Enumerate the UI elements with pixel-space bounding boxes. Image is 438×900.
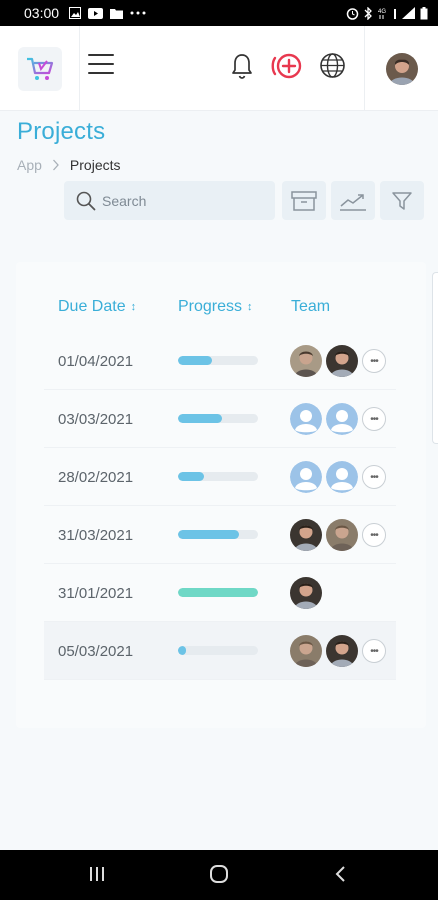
archive-button[interactable] xyxy=(282,181,326,220)
wifi-icon xyxy=(394,9,396,19)
hamburger-icon[interactable] xyxy=(88,54,114,78)
team-members xyxy=(290,577,322,609)
side-drawer-handle[interactable] xyxy=(432,272,438,444)
svg-text:4G: 4G xyxy=(378,9,386,15)
team-member-avatar[interactable] xyxy=(290,345,322,377)
home-icon[interactable] xyxy=(209,864,229,884)
placeholder-avatar-icon[interactable] xyxy=(290,403,322,435)
team-members: ••• xyxy=(290,461,386,493)
more-options-icon[interactable]: ••• xyxy=(362,523,386,547)
add-circle-icon[interactable] xyxy=(270,50,306,82)
more-options-icon[interactable]: ••• xyxy=(362,349,386,373)
team-member-avatar[interactable] xyxy=(326,345,358,377)
app-header xyxy=(0,26,438,111)
team-members: ••• xyxy=(290,403,386,435)
folder-icon xyxy=(110,8,124,19)
sort-icon: ↕ xyxy=(130,301,137,313)
bluetooth-icon xyxy=(364,6,372,20)
chart-button[interactable] xyxy=(331,181,375,220)
progress-bar xyxy=(178,588,258,597)
table-row[interactable]: 03/03/2021 ••• xyxy=(44,390,396,448)
more-options-icon[interactable]: ••• xyxy=(362,465,386,489)
progress-bar xyxy=(178,530,258,539)
4g-signal-icon: 4G xyxy=(378,9,386,19)
signal-icon xyxy=(402,7,415,19)
team-members: ••• xyxy=(290,635,386,667)
logo-container[interactable] xyxy=(0,26,80,111)
search-icon xyxy=(76,191,96,210)
placeholder-avatar-icon[interactable] xyxy=(326,403,358,435)
progress-bar xyxy=(178,414,258,423)
filter-icon xyxy=(392,191,412,210)
search-box[interactable] xyxy=(64,181,275,220)
due-date-cell: 03/03/2021 xyxy=(58,410,134,428)
column-header-team: Team xyxy=(291,298,331,315)
user-avatar-container[interactable] xyxy=(364,26,438,111)
team-member-avatar[interactable] xyxy=(290,577,322,609)
globe-icon[interactable] xyxy=(319,52,346,79)
progress-bar xyxy=(178,356,258,365)
table-row[interactable]: 05/03/2021 ••• xyxy=(44,622,396,680)
column-header-due-date[interactable]: Due Date ↕ xyxy=(58,298,136,316)
due-date-cell: 05/03/2021 xyxy=(58,642,134,660)
search-input[interactable] xyxy=(102,192,262,209)
user-avatar[interactable] xyxy=(385,52,418,85)
progress-bar xyxy=(178,472,258,481)
trend-chart-icon xyxy=(340,193,366,211)
recents-icon[interactable] xyxy=(88,864,106,884)
filter-button[interactable] xyxy=(380,181,424,220)
bell-icon[interactable] xyxy=(230,52,254,80)
team-members: ••• xyxy=(290,519,386,551)
table-row[interactable]: 01/04/2021 ••• xyxy=(44,332,396,390)
due-date-cell: 28/02/2021 xyxy=(58,468,134,486)
placeholder-avatar-icon[interactable] xyxy=(326,461,358,493)
breadcrumb-current: Projects xyxy=(69,157,121,173)
breadcrumb-app-link[interactable]: App xyxy=(17,157,42,173)
table-row[interactable]: 31/03/2021 ••• xyxy=(44,506,396,564)
status-bar: 03:00 4G xyxy=(0,0,438,26)
team-member-avatar[interactable] xyxy=(290,519,322,551)
more-dots-icon xyxy=(130,11,146,15)
column-header-progress[interactable]: Progress ↕ xyxy=(178,298,253,316)
table-row[interactable]: 31/01/2021 xyxy=(44,564,396,622)
page-title: Projects xyxy=(17,118,106,145)
more-options-icon[interactable]: ••• xyxy=(362,407,386,431)
battery-icon xyxy=(420,6,428,19)
back-icon[interactable] xyxy=(334,864,348,884)
due-date-cell: 31/01/2021 xyxy=(58,584,134,602)
placeholder-avatar-icon[interactable] xyxy=(290,461,322,493)
system-nav-bar xyxy=(0,850,438,900)
team-member-avatar[interactable] xyxy=(326,635,358,667)
table-row[interactable]: 28/02/2021 ••• xyxy=(44,448,396,506)
due-date-cell: 01/04/2021 xyxy=(58,352,134,370)
due-date-cell: 31/03/2021 xyxy=(58,526,134,544)
alarm-icon xyxy=(346,7,359,20)
archive-box-icon xyxy=(291,190,317,211)
team-member-avatar[interactable] xyxy=(290,635,322,667)
youtube-icon xyxy=(88,7,104,19)
team-member-avatar[interactable] xyxy=(326,519,358,551)
more-options-icon[interactable]: ••• xyxy=(362,639,386,663)
sort-icon: ↕ xyxy=(247,301,253,313)
team-members: ••• xyxy=(290,345,386,377)
image-icon xyxy=(69,7,82,19)
chevron-right-icon xyxy=(52,159,59,171)
shopping-cart-icon xyxy=(26,57,53,80)
breadcrumb: App Projects xyxy=(17,157,121,173)
status-time: 03:00 xyxy=(24,5,60,21)
progress-bar xyxy=(178,646,258,655)
